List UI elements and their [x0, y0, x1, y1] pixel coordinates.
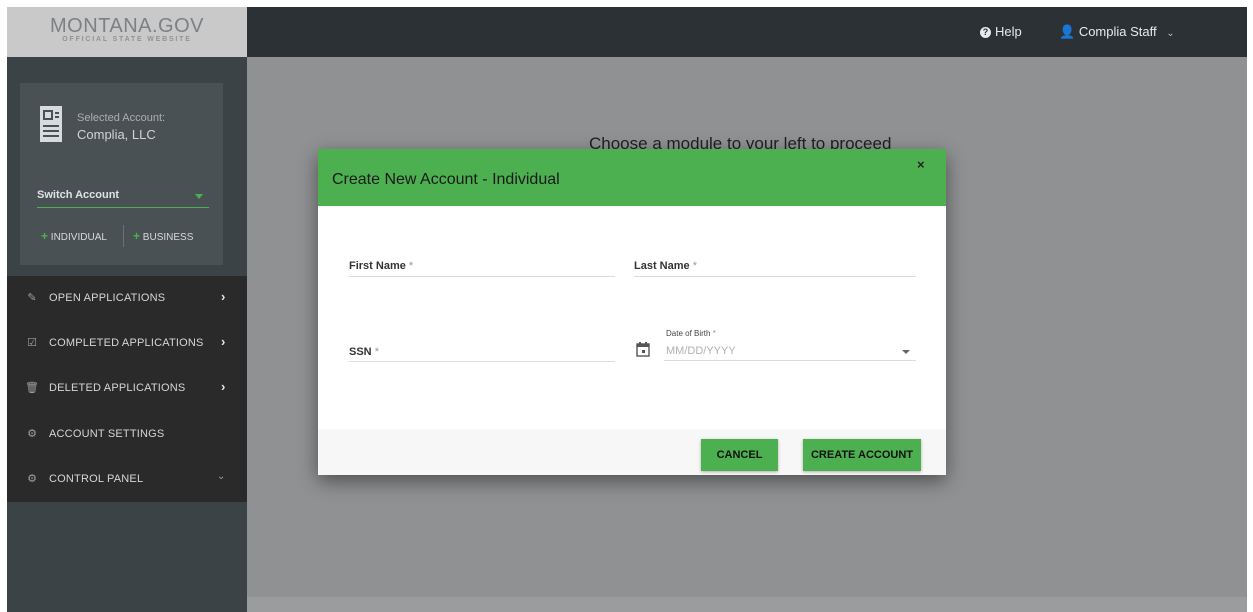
nav-label: DELETED APPLICATIONS	[49, 382, 186, 394]
app-window: MONTANA.GOV OFFICIAL STATE WEBSITE Selec…	[7, 7, 1247, 612]
cogs-icon: ⚙	[27, 473, 37, 485]
ssn-label: SSN *	[349, 346, 379, 358]
dob-label: Date of Birth *	[666, 329, 716, 338]
caret-down-icon	[902, 350, 910, 354]
chevron-right-icon: ›	[221, 289, 226, 304]
last-name-label: Last Name *	[634, 260, 697, 272]
question-icon: ?	[980, 27, 991, 38]
create-account-button[interactable]: CREATE ACCOUNT	[803, 439, 921, 471]
edit-icon: ✎	[27, 292, 37, 304]
switch-account-select[interactable]: Switch Account	[37, 186, 209, 208]
nav-label: COMPLETED APPLICATIONS	[49, 337, 204, 349]
nav-label: CONTROL PANEL	[49, 473, 144, 485]
logo-main-text: MONTANA.GOV	[49, 15, 205, 37]
id-card-icon	[40, 106, 62, 142]
nav-item-deleted-applications[interactable]: 🗑 DELETED APPLICATIONS ›	[7, 366, 247, 411]
calendar-icon[interactable]	[636, 342, 650, 357]
switch-account-label: Switch Account	[37, 189, 120, 201]
nav-item-open-applications[interactable]: ✎ OPEN APPLICATIONS ›	[7, 276, 247, 321]
nav-label: OPEN APPLICATIONS	[49, 292, 166, 304]
checkbox-icon: ☑	[27, 337, 37, 349]
add-business-label: BUSINESS	[142, 232, 194, 243]
first-name-field[interactable]: First Name *	[349, 249, 615, 277]
modal-footer: CANCEL CREATE ACCOUNT	[318, 429, 946, 475]
cancel-button[interactable]: CANCEL	[701, 439, 778, 471]
gear-icon: ⚙	[27, 428, 37, 440]
chevron-down-icon: ⌄	[217, 471, 226, 482]
plus-icon: +	[41, 229, 49, 243]
help-label: Help	[995, 24, 1022, 39]
logo[interactable]: MONTANA.GOV OFFICIAL STATE WEBSITE	[7, 7, 247, 57]
add-business-button[interactable]: + BUSINESS	[133, 229, 193, 243]
last-name-field[interactable]: Last Name *	[634, 249, 916, 277]
divider	[123, 225, 124, 247]
dob-placeholder: MM/DD/YYYY	[666, 345, 736, 357]
chevron-right-icon: ›	[221, 334, 226, 349]
ssn-field[interactable]: SSN *	[349, 334, 615, 362]
modal-header: Create New Account - Individual ×	[318, 149, 946, 206]
nav-label: ACCOUNT SETTINGS	[49, 428, 165, 440]
trash-icon: 🗑	[25, 382, 39, 394]
sidebar: MONTANA.GOV OFFICIAL STATE WEBSITE Selec…	[7, 7, 247, 612]
dob-field[interactable]: MM/DD/YYYY	[664, 341, 916, 361]
add-individual-button[interactable]: + INDIVIDUAL	[41, 229, 107, 243]
top-bar: ? Help 👤 Complia Staff ⌄	[247, 7, 1247, 57]
nav-item-account-settings[interactable]: ⚙ ACCOUNT SETTINGS	[7, 412, 247, 457]
caret-down-icon	[195, 194, 203, 199]
help-link[interactable]: ? Help	[980, 24, 1022, 39]
user-icon: 👤	[1059, 24, 1076, 39]
user-name: Complia Staff	[1078, 24, 1157, 39]
nav-item-completed-applications[interactable]: ☑ COMPLETED APPLICATIONS ›	[7, 321, 247, 366]
selected-account-label: Selected Account:	[77, 112, 166, 124]
first-name-label: First Name *	[349, 260, 414, 272]
sidebar-nav: ✎ OPEN APPLICATIONS › ☑ COMPLETED APPLIC…	[7, 276, 247, 502]
selected-account-name: Complia, LLC	[77, 127, 156, 142]
logo-sub-text: OFFICIAL STATE WEBSITE	[62, 36, 192, 43]
create-account-modal: Create New Account - Individual × First …	[318, 149, 946, 475]
chevron-right-icon: ›	[221, 379, 226, 394]
user-menu[interactable]: 👤 Complia Staff ⌄	[1059, 24, 1175, 40]
add-individual-label: INDIVIDUAL	[50, 232, 107, 243]
nav-item-control-panel[interactable]: ⚙ CONTROL PANEL ⌄	[7, 457, 247, 502]
plus-icon: +	[133, 229, 141, 243]
modal-title: Create New Account - Individual	[332, 171, 560, 188]
chevron-down-icon: ⌄	[1166, 28, 1175, 39]
close-icon[interactable]: ×	[917, 157, 925, 172]
footer-strip	[247, 597, 1247, 612]
account-card: Selected Account: Complia, LLC Switch Ac…	[20, 83, 223, 265]
